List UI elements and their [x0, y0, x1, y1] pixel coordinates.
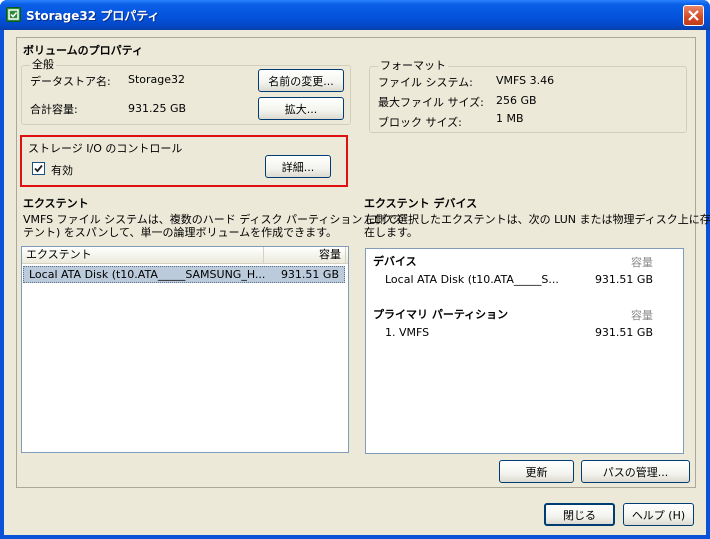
title-bar[interactable]: Storage32 プロパティ [0, 0, 710, 30]
checkmark-icon [34, 164, 43, 173]
extents-description-2: テント) をスパンして、単一の論理ボリュームを作成できます。 [23, 226, 338, 239]
device-capacity: 931.51 GB [594, 273, 653, 286]
device-name: Local ATA Disk (t10.ATA_____S... [385, 273, 559, 286]
close-icon [688, 10, 699, 21]
sioc-enable-checkbox[interactable] [32, 162, 45, 175]
partition-name: 1. VMFS [385, 326, 430, 339]
extent-capacity: 931.51 GB [280, 268, 339, 281]
block-size-value: 1 MB [496, 112, 524, 125]
datastore-name-value: Storage32 [128, 73, 186, 86]
total-capacity-label: 合計容量: [30, 103, 78, 116]
filesystem-label: ファイル システム: [378, 76, 473, 89]
close-button[interactable]: 閉じる [544, 503, 615, 526]
block-size-label: ブロック サイズ: [378, 116, 462, 129]
extent-name: Local ATA Disk (t10.ATA_____SAMSUNG_H... [29, 268, 266, 281]
properties-window: Storage32 プロパティ ボリュームのプロパティ 全般 データストア名: … [0, 0, 710, 539]
format-group: フォーマット ファイル システム: VMFS 3.46 最大ファイル サイズ: … [369, 59, 687, 133]
table-row[interactable]: Local ATA Disk (t10.ATA_____SAMSUNG_H...… [23, 266, 345, 283]
extents-heading: エクステント [23, 197, 89, 210]
properties-panel: ボリュームのプロパティ 全般 データストア名: Storage32 合計容量: … [16, 37, 710, 488]
extent-device-description-2: 在します。 [364, 226, 418, 239]
extent-device-heading: エクステント デバイス [364, 197, 478, 210]
help-button[interactable]: ヘルプ (H) [623, 503, 694, 526]
window-title: Storage32 プロパティ [26, 9, 160, 23]
sioc-details-button[interactable]: 詳細... [265, 155, 331, 178]
datastore-name-label: データストア名: [30, 75, 111, 88]
dialog-body: ボリュームのプロパティ 全般 データストア名: Storage32 合計容量: … [4, 30, 710, 535]
extents-list-header: エクステント 容量 [22, 247, 348, 264]
partition-capacity: 931.51 GB [594, 326, 653, 339]
partition-capacity-heading: 容量 [631, 309, 653, 322]
sioc-legend: ストレージ I/O のコントロール [26, 142, 185, 156]
general-legend: 全般 [30, 58, 56, 72]
format-legend: フォーマット [378, 59, 448, 73]
manage-paths-button[interactable]: パスの管理... [581, 460, 690, 483]
device-capacity-heading: 容量 [631, 256, 653, 269]
volume-properties-heading: ボリュームのプロパティ [23, 44, 144, 57]
column-extent[interactable]: エクステント [22, 247, 264, 264]
total-capacity-value: 931.25 GB [128, 102, 187, 115]
extent-device-panel: デバイス 容量 Local ATA Disk (t10.ATA_____S...… [365, 248, 684, 454]
column-capacity[interactable]: 容量 [264, 247, 346, 264]
filesystem-value: VMFS 3.46 [496, 74, 555, 87]
device-heading: デバイス [373, 255, 417, 268]
primary-partition-heading: プライマリ パーティション [373, 308, 509, 321]
rename-button[interactable]: 名前の変更... [258, 69, 344, 92]
sioc-enable-label: 有効 [51, 164, 73, 177]
max-file-size-value: 256 GB [496, 94, 537, 107]
max-file-size-label: 最大ファイル サイズ: [378, 96, 484, 109]
datastore-icon [6, 7, 21, 22]
refresh-button[interactable]: 更新 [499, 460, 574, 483]
extents-list[interactable]: エクステント 容量 Local ATA Disk (t10.ATA_____SA… [21, 246, 349, 453]
expand-button[interactable]: 拡大... [258, 97, 344, 120]
close-window-button[interactable] [683, 5, 704, 26]
